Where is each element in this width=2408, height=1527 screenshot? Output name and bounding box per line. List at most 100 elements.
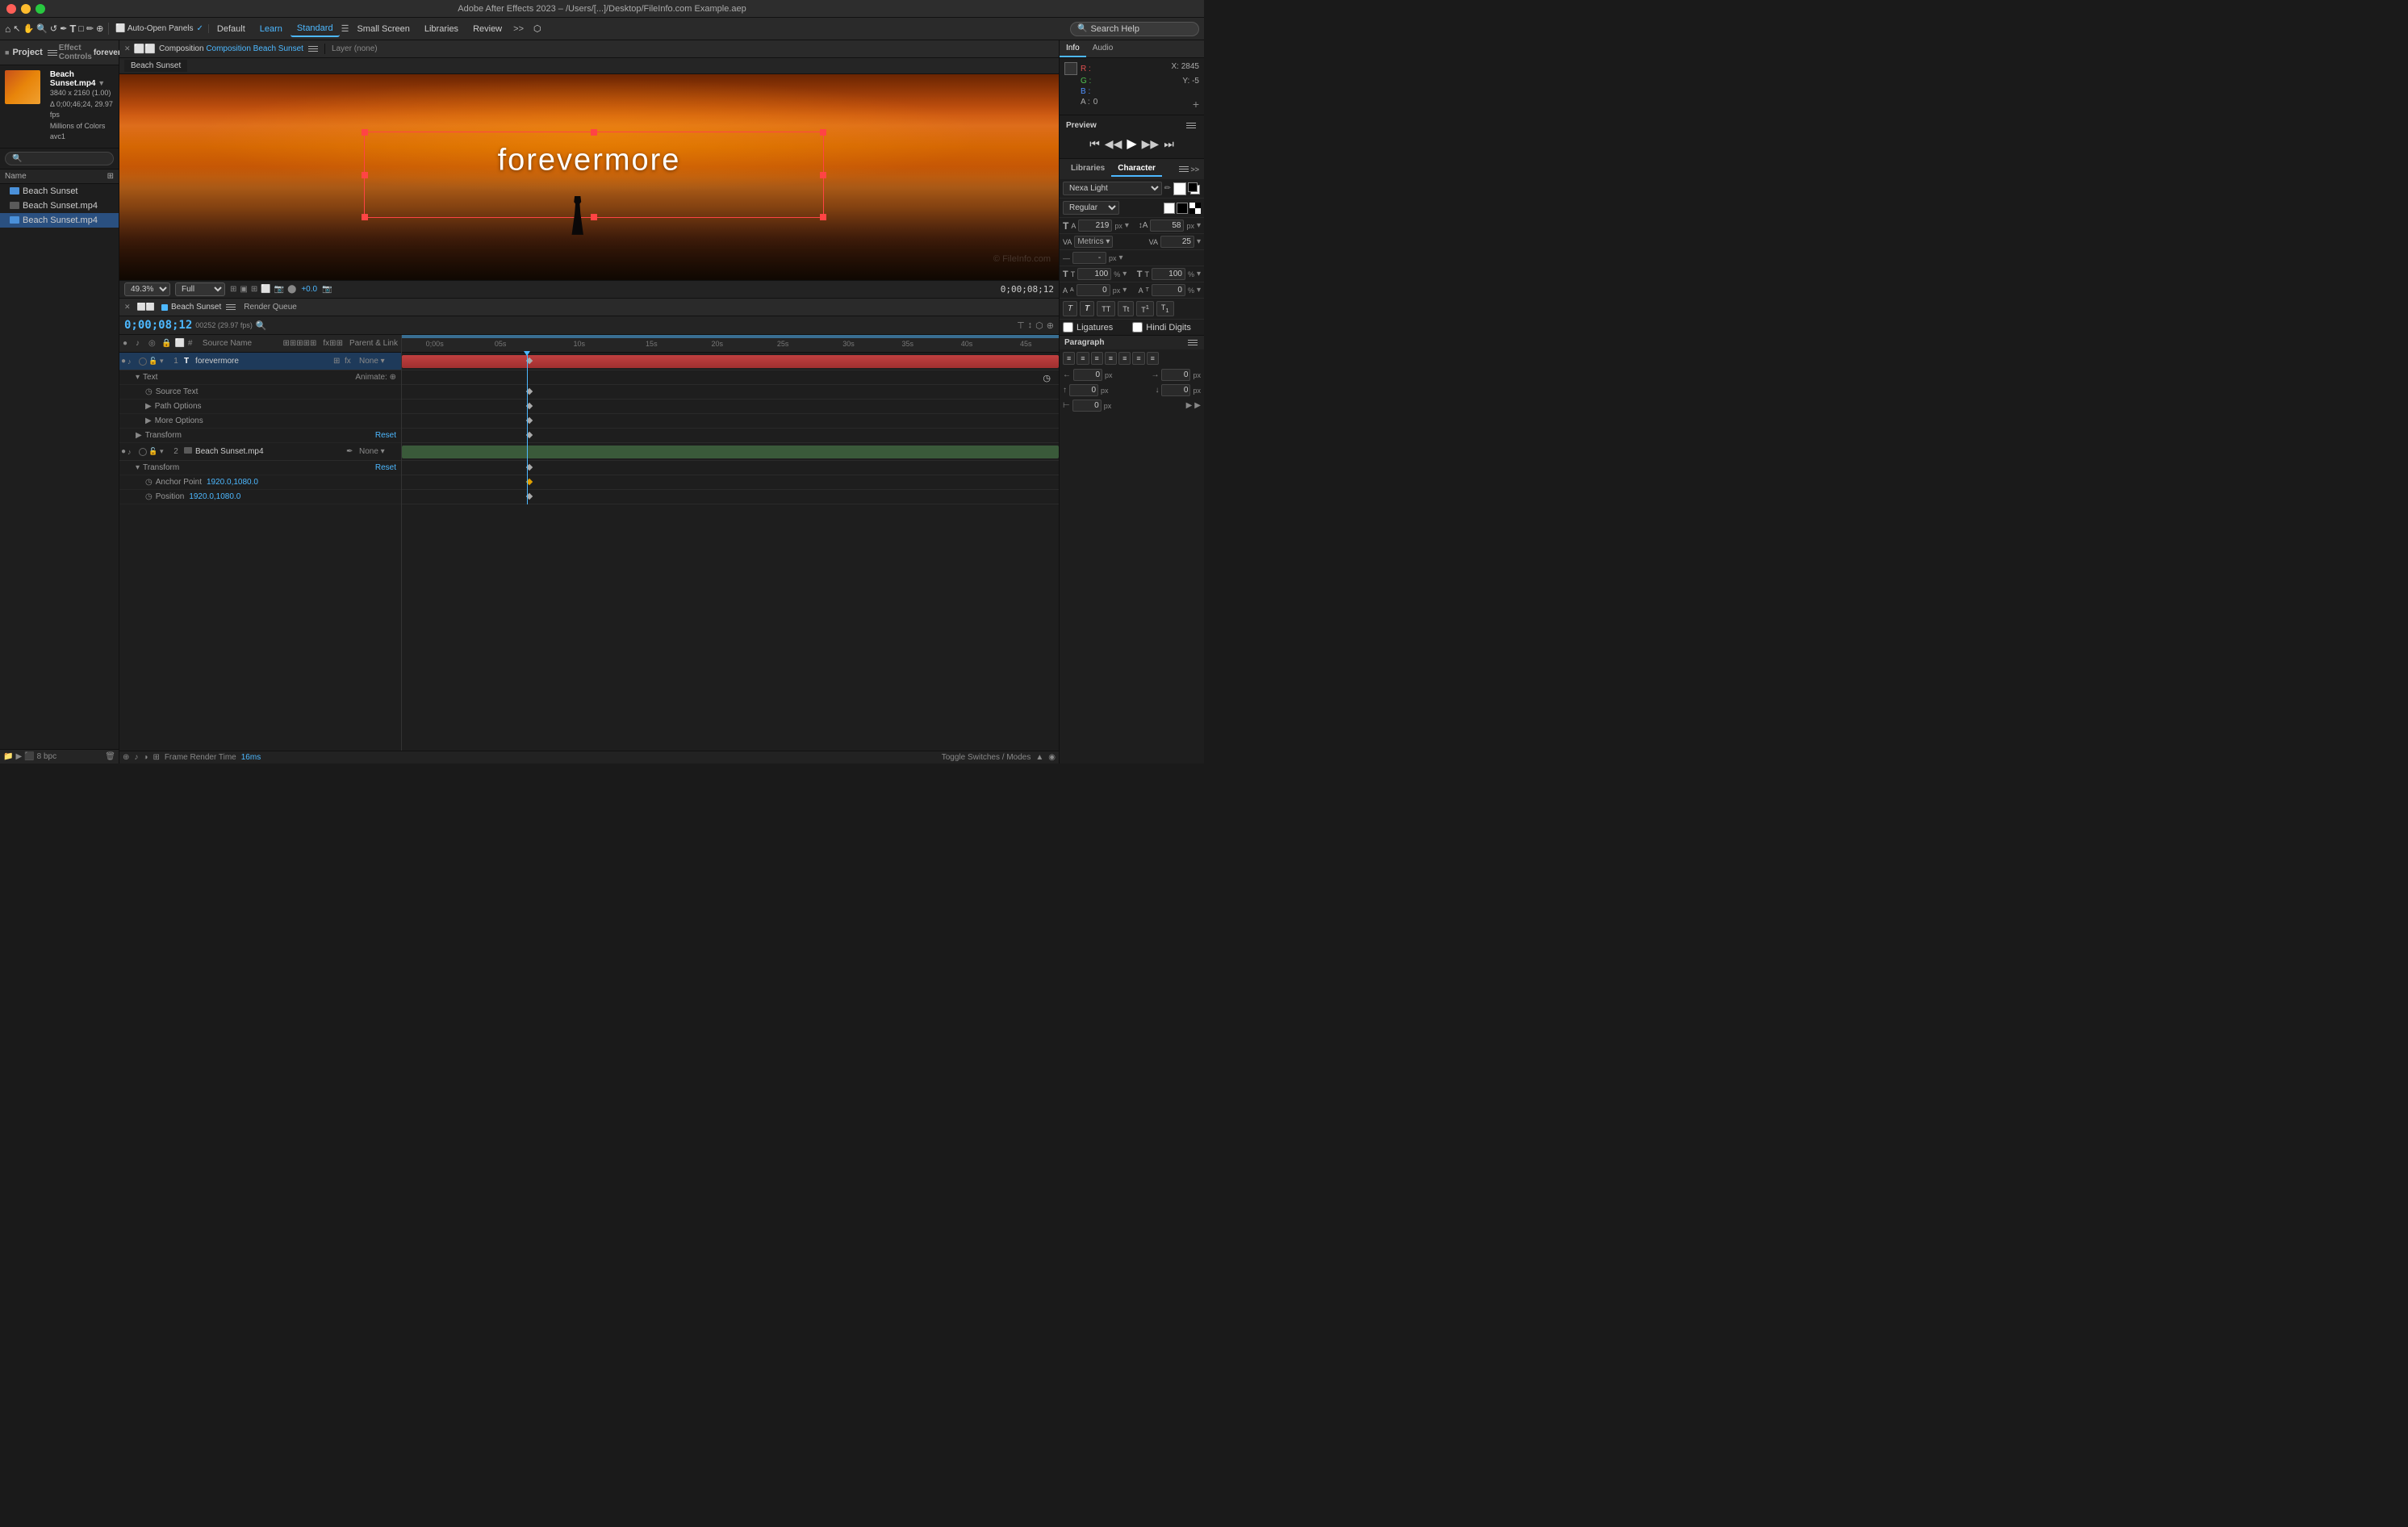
default-workspace[interactable]: Default — [211, 22, 252, 36]
stopwatch-text[interactable]: ◷ — [1043, 373, 1051, 383]
tsume-input[interactable] — [1152, 284, 1185, 296]
pen-icon-2[interactable]: ✒ — [346, 447, 357, 456]
delete-icon[interactable]: 🗑 — [105, 752, 115, 761]
add-marker-icon[interactable]: ⊕ — [123, 753, 129, 762]
fx-1[interactable]: fx — [345, 357, 357, 366]
new-footage-icon[interactable]: ⬛ — [24, 752, 34, 761]
lift-icon[interactable]: ⊤ — [1017, 320, 1025, 331]
tsume-dropdown[interactable]: ▾ — [1197, 286, 1201, 295]
last-frame-btn[interactable]: ⏭ — [1164, 137, 1174, 151]
show-snapshot-icon[interactable]: ⬤ — [287, 285, 296, 294]
zoom-select[interactable]: 49.3% 100% 50% — [124, 282, 170, 296]
solo-1[interactable] — [139, 358, 147, 366]
standard-workspace[interactable]: Standard — [291, 21, 340, 37]
bold-italic-btn[interactable]: T — [1080, 301, 1094, 316]
project-item-comp[interactable]: Beach Sunset — [0, 184, 119, 199]
current-timecode[interactable]: 0;00;08;12 — [124, 319, 192, 332]
stencil-icon[interactable]: ⊞ — [153, 753, 159, 762]
ligatures-checkbox[interactable] — [1063, 322, 1073, 333]
reset-transform-1[interactable]: Reset — [375, 431, 401, 440]
space-before-input[interactable] — [1069, 384, 1098, 396]
vert-scale-input[interactable] — [1077, 268, 1111, 280]
font-style-select[interactable]: Regular — [1063, 201, 1119, 215]
align-center-btn[interactable]: ≡ — [1076, 352, 1089, 365]
snapshot-icon[interactable]: 📷 — [274, 285, 284, 294]
stroke-input[interactable] — [1072, 252, 1106, 264]
review-workspace[interactable]: Review — [466, 22, 508, 36]
zoom-tool[interactable]: 🔍 — [36, 23, 48, 34]
char-menu-icon[interactable] — [1177, 165, 1190, 174]
expand-2[interactable]: ▾ — [160, 447, 168, 456]
grid-icon[interactable]: ⊞ — [251, 285, 257, 294]
fill-color-swatch[interactable] — [1173, 182, 1186, 195]
space-after-input[interactable] — [1161, 384, 1190, 396]
timeline-menu-icon[interactable] — [224, 303, 237, 312]
composition-mini-flowchart[interactable]: ⊕ — [1047, 320, 1054, 331]
libraries-tab[interactable]: Libraries — [1064, 161, 1111, 177]
parent-none-1[interactable]: None ▾ — [359, 357, 399, 366]
transform-2-row[interactable]: ▾ Transform Reset — [119, 461, 401, 475]
first-frame-btn[interactable]: ⏮ — [1089, 137, 1100, 151]
anchor-point-row[interactable]: ◷ Anchor Point 1920.0,1080.0 — [119, 475, 401, 490]
font-size-input[interactable] — [1078, 220, 1112, 232]
small-caps-btn[interactable]: Tt — [1118, 301, 1134, 316]
solo-2[interactable] — [139, 448, 147, 456]
extract-icon[interactable]: ↕ — [1028, 320, 1033, 330]
track-row-1[interactable] — [402, 353, 1059, 370]
right-indent-input[interactable] — [1161, 369, 1190, 381]
pencil-icon[interactable]: ✏ — [1164, 184, 1171, 193]
graph-editor-icon[interactable]: ▲ — [1035, 753, 1043, 762]
close-comp-icon[interactable]: ✕ — [124, 44, 131, 53]
project-item-video2[interactable]: Beach Sunset.mp4 — [0, 213, 119, 228]
anchor-value[interactable]: 1920.0,1080.0 — [207, 478, 258, 487]
safe-margins-icon[interactable]: ▣ — [240, 285, 247, 294]
project-item-video1[interactable]: Beach Sunset.mp4 — [0, 199, 119, 213]
text-group-row[interactable]: ▾ Text Animate: ⊕ — [119, 370, 401, 385]
reset-transform-2[interactable]: Reset — [375, 463, 401, 472]
position-row[interactable]: ◷ Position 1920.0,1080.0 — [119, 490, 401, 504]
stroke-dropdown[interactable]: ▾ — [1119, 253, 1123, 262]
baseline-input[interactable] — [1076, 284, 1110, 296]
lock-1[interactable]: 🔓 — [148, 357, 158, 366]
maximize-button[interactable] — [36, 4, 45, 14]
animate-label[interactable]: Animate: ⊕ — [355, 373, 401, 382]
search-bar[interactable]: 🔍 — [1070, 22, 1199, 36]
close-button[interactable] — [6, 4, 16, 14]
align-left-btn[interactable]: ≡ — [1063, 352, 1075, 365]
breadcrumb[interactable]: Beach Sunset — [124, 60, 187, 72]
project-search-input[interactable] — [5, 152, 114, 165]
character-tab[interactable]: Character — [1111, 161, 1162, 177]
vert-scale-dropdown[interactable]: ▾ — [1122, 270, 1127, 278]
rotate-tool[interactable]: ↺ — [50, 23, 57, 34]
new-comp-icon[interactable]: ▶ — [15, 752, 22, 761]
justify-left-btn[interactable]: ≡ — [1105, 352, 1117, 365]
superscript-btn[interactable]: T1 — [1136, 301, 1154, 316]
sort-icon[interactable]: ⊞ — [107, 172, 114, 181]
char-expand-icon[interactable]: >> — [1190, 165, 1199, 174]
search-timeline-icon[interactable]: 🔍 — [256, 320, 267, 331]
preview-audio-icon[interactable]: ♪ — [134, 753, 138, 762]
layer-row-1[interactable]: ● ♪ 🔓 ▾ 1 T forevermore ⊞ fx None ▾ — [119, 353, 401, 370]
shape-tool[interactable]: □ — [78, 24, 84, 34]
learn-workspace[interactable]: Learn — [253, 22, 289, 36]
play-btn-para[interactable]: ▶ — [1186, 401, 1193, 410]
transform-1-row[interactable]: ▶ Transform Reset — [119, 429, 401, 443]
pen-tool[interactable]: ✒ — [60, 23, 67, 34]
plus-icon[interactable]: + — [1193, 98, 1199, 111]
audio-2[interactable]: ♪ — [128, 448, 137, 456]
visibility-2[interactable]: ● — [121, 447, 126, 456]
close-timeline-icon[interactable]: ✕ — [124, 303, 131, 312]
playhead[interactable] — [527, 353, 528, 504]
audio-tab[interactable]: Audio — [1086, 40, 1120, 57]
project-menu-icon[interactable] — [46, 48, 59, 57]
puppet-tool[interactable]: ⊕ — [96, 23, 103, 34]
black-swatch[interactable] — [1177, 203, 1188, 214]
all-caps-btn[interactable]: TT — [1097, 301, 1115, 316]
brush-tool[interactable]: ✏ — [86, 23, 94, 34]
libraries-workspace[interactable]: Libraries — [418, 22, 465, 36]
hand-tool[interactable]: ✋ — [23, 23, 34, 34]
layer-name-1[interactable]: forevermore — [195, 357, 332, 366]
prev-frame-btn[interactable]: ◀◀ — [1105, 137, 1122, 151]
justify-all-btn[interactable]: ≡ — [1147, 352, 1159, 365]
italic-btn[interactable]: T — [1063, 301, 1077, 316]
